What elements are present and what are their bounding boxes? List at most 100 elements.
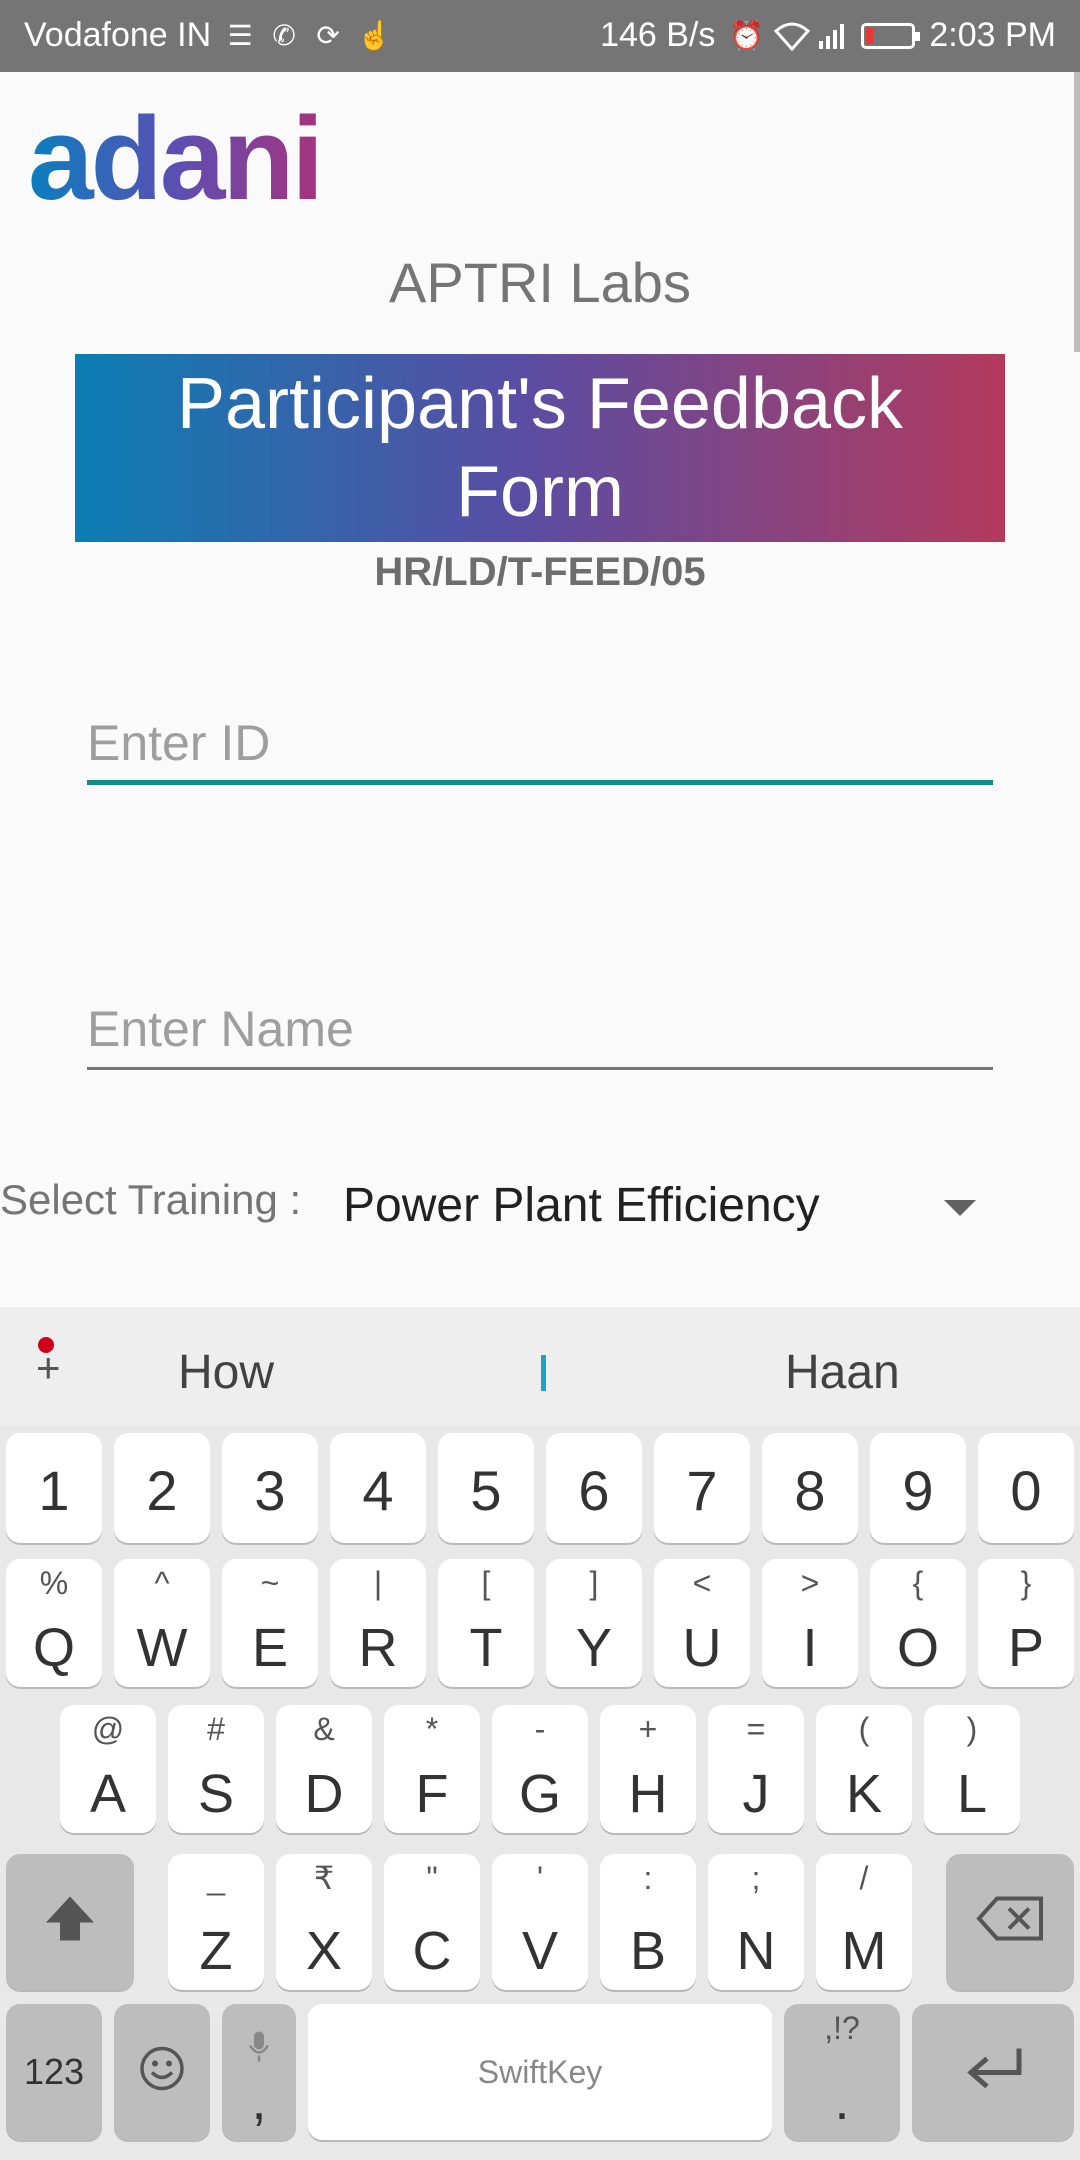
emoji-key[interactable]	[114, 2004, 210, 2140]
key-hint: )	[966, 1711, 978, 1747]
key-label: Z	[199, 1921, 233, 1981]
key-i[interactable]: > I	[762, 1559, 858, 1687]
key-label: V	[521, 1921, 559, 1981]
key-l[interactable]: ) L	[924, 1705, 1020, 1833]
shift-key[interactable]	[6, 1854, 134, 1990]
key-k[interactable]: (K	[816, 1705, 912, 1833]
enter-icon	[912, 2043, 1074, 2102]
key-hint: '	[536, 1860, 544, 1896]
add-icon[interactable]: +	[36, 1347, 61, 1389]
key-hint: (	[858, 1711, 870, 1747]
key-6[interactable]: 6	[546, 1433, 642, 1543]
training-dropdown[interactable]: Power Plant Efficiency	[343, 1178, 820, 1233]
key-r[interactable]: | R	[330, 1559, 426, 1687]
key-label: 2	[146, 1459, 178, 1522]
key-hint: /	[859, 1860, 869, 1896]
period-key[interactable]: ,!?.	[784, 2004, 900, 2140]
dropdown-arrow-icon[interactable]	[944, 1200, 976, 1216]
enter-key[interactable]	[912, 2004, 1074, 2140]
key-hint: %	[39, 1565, 69, 1601]
key-label: H	[628, 1764, 668, 1824]
key-a[interactable]: @ A	[60, 1705, 156, 1833]
suggestion-left[interactable]: How	[178, 1345, 274, 1400]
key-s[interactable]: # S	[168, 1705, 264, 1833]
key-label: B	[629, 1921, 667, 1981]
key-label: R	[358, 1618, 398, 1678]
key-hint: ]	[589, 1565, 599, 1601]
key-label: I	[802, 1618, 818, 1678]
key-hint: #	[207, 1711, 225, 1747]
comma-key[interactable]: ,	[222, 2004, 296, 2140]
swiftkey-label: SwiftKey	[477, 2054, 603, 2090]
key-c[interactable]: " C	[384, 1854, 480, 1990]
key-label: 0	[1010, 1459, 1042, 1522]
key-9[interactable]: 9	[870, 1433, 966, 1543]
key-w[interactable]: ^ W	[114, 1559, 210, 1687]
key-hint: :	[643, 1860, 653, 1896]
key-3[interactable]: 3	[222, 1433, 318, 1543]
key-label: 6	[578, 1459, 610, 1522]
space-key[interactable]: SwiftKey	[308, 2004, 772, 2140]
key-hint: +	[638, 1711, 658, 1747]
key-e[interactable]: ~ E	[222, 1559, 318, 1687]
key-label: A	[89, 1764, 127, 1824]
key-label: L	[956, 1764, 988, 1824]
backspace-key[interactable]	[946, 1854, 1074, 1990]
clock: 2:03 PM	[929, 16, 1056, 54]
suggestion-right[interactable]: Haan	[785, 1345, 900, 1400]
key-o[interactable]: {O	[870, 1559, 966, 1687]
key-hint: <	[692, 1565, 712, 1601]
whatsapp-icon: ✆	[272, 19, 296, 51]
key-label: S	[197, 1764, 235, 1824]
backspace-icon	[946, 1895, 1074, 1950]
key-hint: [	[481, 1565, 491, 1601]
key-p[interactable]: } P	[978, 1559, 1074, 1687]
key-g[interactable]: -G	[492, 1705, 588, 1833]
key-1[interactable]: 1	[6, 1433, 102, 1543]
shift-icon	[6, 1891, 134, 1954]
key-label: J	[742, 1764, 770, 1824]
form-code: HR/LD/T-FEED/05	[374, 550, 706, 594]
name-input[interactable]	[87, 990, 993, 1070]
key-z[interactable]: _ Z	[168, 1854, 264, 1990]
key-label: 1	[38, 1459, 70, 1522]
symbols-key[interactable]: 123	[6, 2004, 102, 2140]
key-y[interactable]: ] Y	[546, 1559, 642, 1687]
form-title: Participant's Feedback Form	[176, 364, 904, 532]
key-b[interactable]: :B	[600, 1854, 696, 1990]
key-2[interactable]: 2	[114, 1433, 210, 1543]
emoji-icon	[114, 2045, 210, 2100]
key-t[interactable]: [T	[438, 1559, 534, 1687]
id-input[interactable]	[87, 705, 993, 785]
key-hint: ₹	[313, 1860, 335, 1896]
sync-icon: ⟳	[316, 19, 340, 51]
key-d[interactable]: & D	[276, 1705, 372, 1833]
key-label: Q	[32, 1618, 75, 1678]
key-4[interactable]: 4	[330, 1433, 426, 1543]
key-v[interactable]: ' V	[492, 1854, 588, 1990]
list-icon: ☰	[227, 19, 253, 51]
key-hint: _	[207, 1860, 225, 1896]
key-8[interactable]: 8	[762, 1433, 858, 1543]
wifi-icon	[773, 21, 811, 51]
key-f[interactable]: * F	[384, 1705, 480, 1833]
key-label: ,	[251, 2071, 267, 2131]
key-m[interactable]: / M	[816, 1854, 912, 1990]
key-h[interactable]: + H	[600, 1705, 696, 1833]
key-x[interactable]: ₹ X	[276, 1854, 372, 1990]
key-label: .	[834, 2071, 850, 2131]
key-n[interactable]: ; N	[708, 1854, 804, 1990]
key-7[interactable]: 7	[654, 1433, 750, 1543]
key-label: C	[412, 1921, 452, 1981]
status-bar: Vodafone IN ☰ ✆ ⟳ ☝ 146 B/s ⏰ 2:03 PM	[0, 0, 1080, 72]
key-j[interactable]: = J	[708, 1705, 804, 1833]
key-u[interactable]: < U	[654, 1559, 750, 1687]
battery-icon	[861, 22, 921, 49]
key-5[interactable]: 5	[438, 1433, 534, 1543]
key-hint: ~	[260, 1565, 280, 1601]
key-label: M	[841, 1921, 887, 1981]
select-training-label: Select Training :	[0, 1176, 302, 1223]
mic-icon	[222, 2030, 296, 2071]
key-0[interactable]: 0	[978, 1433, 1074, 1543]
key-q[interactable]: % Q	[6, 1559, 102, 1687]
